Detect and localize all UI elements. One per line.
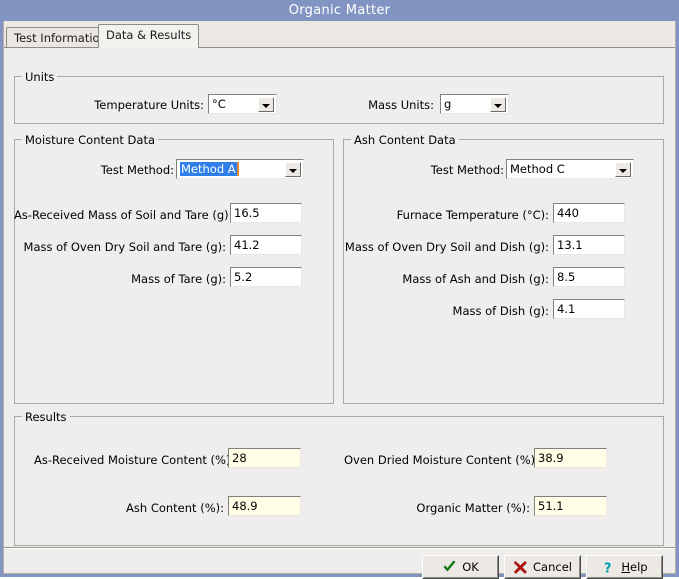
furnace-temperature-input[interactable]: 440	[553, 203, 625, 223]
furnace-temperature-label: Furnace Temperature (°C):	[344, 208, 549, 222]
organic-matter-label: Organic Matter (%):	[344, 501, 530, 515]
mass-oven-dry-soil-dish-label: Mass of Oven Dry Soil and Dish (g):	[344, 240, 549, 254]
results-group-title: Results	[22, 410, 70, 424]
tab-test-information-label: Test Information	[14, 31, 107, 45]
dialog-client-area: Test Information Data & Results Units Te…	[3, 21, 676, 574]
mass-ash-dish-label: Mass of Ash and Dish (g):	[344, 272, 549, 286]
svg-text:?: ?	[604, 561, 612, 575]
check-icon	[442, 560, 457, 575]
mass-of-tare-label: Mass of Tare (g):	[14, 272, 226, 286]
chevron-down-icon[interactable]	[615, 162, 631, 177]
tab-data-and-results[interactable]: Data & Results	[98, 24, 199, 48]
temperature-units-combo[interactable]: °C	[208, 94, 277, 114]
ash-content-data-group-title: Ash Content Data	[351, 133, 459, 147]
x-icon	[513, 560, 528, 575]
title-bar: Organic Matter	[0, 0, 679, 21]
mass-oven-dry-soil-dish-input[interactable]: 13.1	[553, 235, 625, 255]
chevron-down-icon[interactable]	[258, 97, 274, 112]
window-title: Organic Matter	[289, 3, 391, 18]
ash-test-method-label: Test Method:	[374, 163, 504, 177]
as-received-mass-soil-tare-label: As-Received Mass of Soil and Tare (g):	[14, 208, 226, 222]
mass-units-combo[interactable]: g	[440, 94, 509, 114]
dialog-window: Organic Matter Test Information Data & R…	[0, 0, 679, 577]
moisture-test-method-label: Test Method:	[44, 163, 174, 177]
temperature-units-label: Temperature Units:	[59, 98, 204, 112]
results-group: Results	[14, 416, 664, 546]
mass-dish-label: Mass of Dish (g):	[344, 304, 549, 318]
ok-button-label: OK	[462, 560, 479, 574]
units-group-title: Units	[22, 70, 57, 84]
button-bar: OK Cancel ? Help	[4, 549, 675, 572]
help-button[interactable]: ? Help	[586, 555, 663, 579]
help-button-label: Help	[621, 560, 647, 574]
chevron-down-icon[interactable]	[285, 162, 301, 177]
as-received-mass-soil-tare-input[interactable]: 16.5	[230, 203, 302, 223]
temperature-units-value: °C	[212, 97, 226, 111]
cancel-button[interactable]: Cancel	[504, 555, 581, 579]
moisture-test-method-combo[interactable]: Method A	[176, 159, 304, 179]
cancel-button-label: Cancel	[533, 560, 572, 574]
oven-dried-moisture-content-output: 38.9	[534, 448, 607, 468]
moisture-content-data-group-title: Moisture Content Data	[22, 133, 158, 147]
oven-dried-moisture-content-label: Oven Dried Moisture Content (%):	[344, 453, 530, 467]
ash-content-output: 48.9	[228, 496, 301, 516]
as-received-moisture-content-output: 28	[228, 448, 301, 468]
chevron-down-icon[interactable]	[490, 97, 506, 112]
tab-strip: Test Information Data & Results	[4, 21, 675, 48]
help-button-mnemonic: H	[621, 560, 630, 574]
mass-oven-dry-soil-tare-input[interactable]: 41.2	[230, 235, 302, 255]
moisture-test-method-value: Method A	[180, 162, 237, 176]
mass-dish-input[interactable]: 4.1	[553, 299, 625, 319]
mass-units-label: Mass Units:	[304, 98, 434, 112]
question-mark-icon: ?	[601, 560, 616, 575]
mass-of-tare-input[interactable]: 5.2	[230, 267, 302, 287]
mass-oven-dry-soil-tare-label: Mass of Oven Dry Soil and Tare (g):	[14, 240, 226, 254]
ash-test-method-value: Method C	[510, 162, 565, 176]
ash-test-method-combo[interactable]: Method C	[506, 159, 634, 179]
organic-matter-output: 51.1	[534, 496, 607, 516]
ash-content-label: Ash Content (%):	[34, 501, 224, 515]
help-button-label-rest: elp	[630, 560, 648, 574]
mass-ash-dish-input[interactable]: 8.5	[553, 267, 625, 287]
tab-data-and-results-label: Data & Results	[106, 28, 191, 42]
tab-panel-data-and-results: Units Temperature Units: °C Mass Units: …	[4, 48, 675, 546]
ok-button[interactable]: OK	[422, 555, 499, 579]
as-received-moisture-content-label: As-Received Moisture Content (%):	[34, 453, 224, 467]
mass-units-value: g	[444, 97, 451, 111]
